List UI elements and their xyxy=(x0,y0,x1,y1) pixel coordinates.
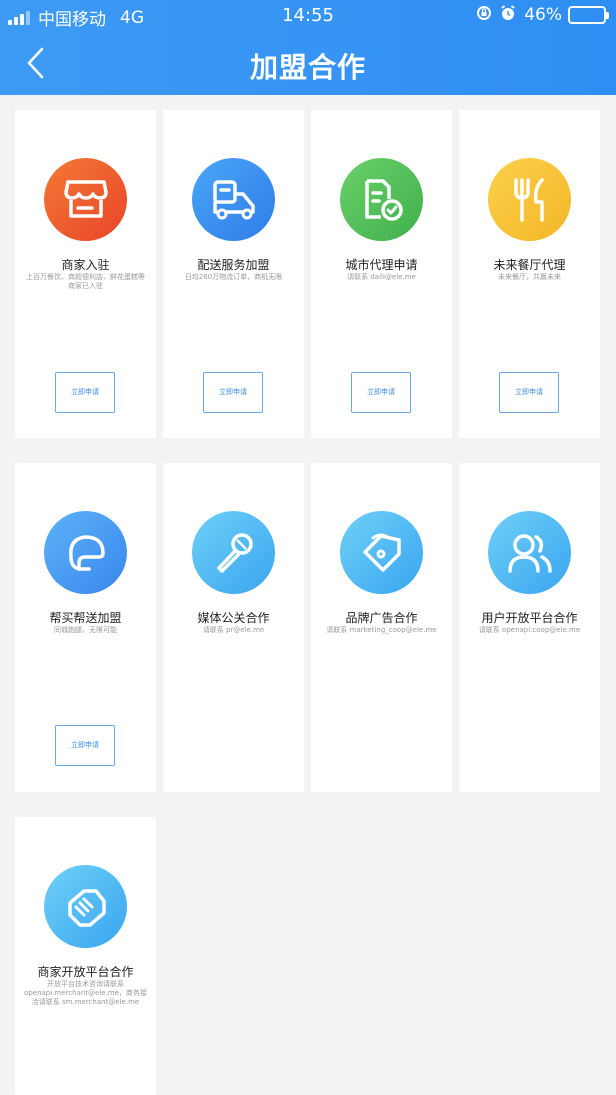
card-brand-ads[interactable]: 品牌广告合作 请联系 marketing_coop@ele.me xyxy=(311,463,452,792)
card-description: 同城跑腿，无限可能 xyxy=(54,626,117,634)
card-description: 日均260万物流订单，商机无限 xyxy=(184,273,283,281)
tag-icon xyxy=(340,511,423,594)
apply-button[interactable]: 立即申请 xyxy=(499,372,559,413)
battery-percent: 46% xyxy=(524,5,562,25)
card-description: 上百万餐饮、商超便利店、鲜花蛋糕等商家已入驻 xyxy=(26,273,145,290)
fork-knife-icon xyxy=(488,158,571,241)
card-city-agent[interactable]: 城市代理申请 请联系 daili@ele.me 立即申请 xyxy=(311,110,452,438)
users-icon xyxy=(488,511,571,594)
storefront-icon xyxy=(44,158,127,241)
card-title: 品牌广告合作 xyxy=(345,611,418,625)
helmet-icon xyxy=(44,511,127,594)
apply-button[interactable]: 立即申请 xyxy=(55,725,115,766)
card-description: 请联系 daili@ele.me xyxy=(347,273,416,281)
card-description: 未来餐厅，共赢未来 xyxy=(498,273,561,281)
card-title: 城市代理申请 xyxy=(345,258,418,272)
nav-bar: 加盟合作 xyxy=(0,32,616,95)
card-title: 媒体公关合作 xyxy=(197,611,270,625)
document-check-icon xyxy=(340,158,423,241)
card-title: 商家入驻 xyxy=(61,258,110,272)
handshake-icon xyxy=(44,865,127,948)
card-merchant-open-platform[interactable]: 商家开放平台合作 开放平台技术咨询请联系 openapi.merchant@el… xyxy=(15,817,156,1095)
card-description: 请联系 marketing_coop@ele.me xyxy=(326,626,437,634)
card-title: 配送服务加盟 xyxy=(197,258,270,272)
card-title: 商家开放平台合作 xyxy=(37,965,134,979)
card-media-pr[interactable]: 媒体公关合作 请联系 pr@ele.me xyxy=(163,463,304,792)
battery-icon xyxy=(568,6,609,24)
card-merchant-join[interactable]: 商家入驻 上百万餐饮、商超便利店、鲜花蛋糕等商家已入驻 立即申请 xyxy=(15,110,156,438)
card-delivery-join[interactable]: 配送服务加盟 日均260万物流订单，商机无限 立即申请 xyxy=(163,110,304,438)
apply-button[interactable]: 立即申请 xyxy=(203,372,263,413)
delivery-scooter-icon xyxy=(192,158,275,241)
card-description: 请联系 openapi.coop@ele.me xyxy=(478,626,581,634)
card-description: 开放平台技术咨询请联系 openapi.merchant@ele.me，商务接洽… xyxy=(24,980,147,1006)
alarm-icon xyxy=(500,5,516,25)
rotation-lock-icon xyxy=(476,5,492,25)
apply-button[interactable]: 立即申请 xyxy=(55,372,115,413)
card-title: 用户开放平台合作 xyxy=(481,611,578,625)
card-description: 请联系 pr@ele.me xyxy=(202,626,265,634)
page-title: 加盟合作 xyxy=(249,51,366,84)
status-bar: 中国移动 4G 14:55 46% xyxy=(0,0,616,32)
header-bar: 中国移动 4G 14:55 46% 加盟合作 xyxy=(0,0,616,95)
microphone-icon xyxy=(192,511,275,594)
card-errand-join[interactable]: 帮买帮送加盟 同城跑腿，无限可能 立即申请 xyxy=(15,463,156,792)
card-title: 未来餐厅代理 xyxy=(493,258,566,272)
card-future-restaurant[interactable]: 未来餐厅代理 未来餐厅，共赢未来 立即申请 xyxy=(459,110,600,438)
apply-button[interactable]: 立即申请 xyxy=(351,372,411,413)
card-title: 帮买帮送加盟 xyxy=(49,611,122,625)
card-user-open-platform[interactable]: 用户开放平台合作 请联系 openapi.coop@ele.me xyxy=(459,463,600,792)
